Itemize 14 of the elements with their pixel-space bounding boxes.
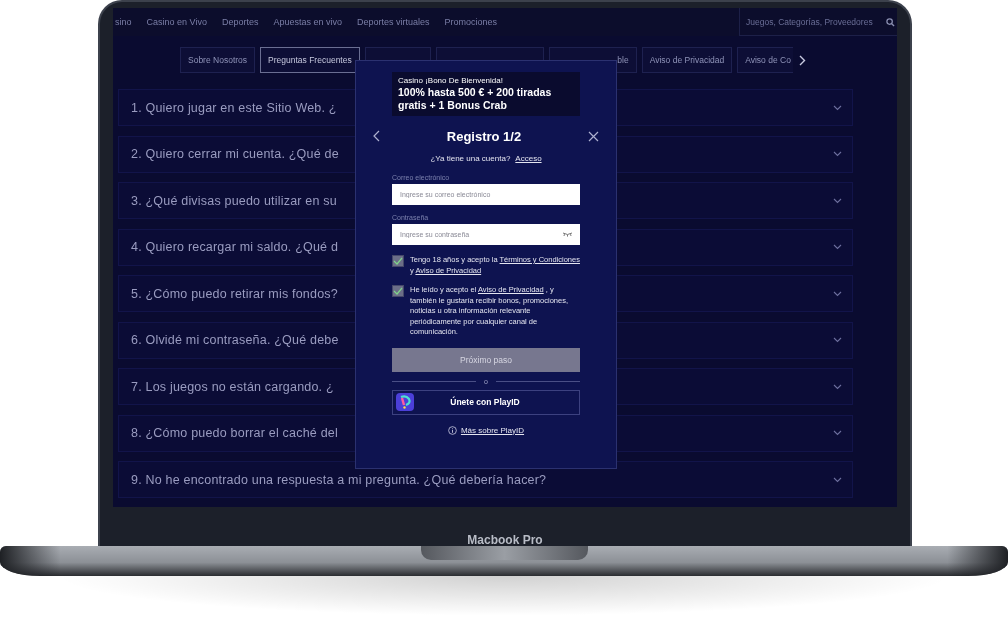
faq-question: 3. ¿Qué divisas puedo utilizar en su [131,193,337,208]
login-prompt: ¿Ya tiene una cuenta? [430,154,511,163]
banner-headline: 100% hasta 500 € + 200 tiradas gratis + 1 Bonus Crab [398,86,553,112]
faq-question: 8. ¿Cómo puedo borrar el caché del [131,426,338,440]
faq-question: 7. Los juegos no están cargando. ¿ [131,379,334,394]
faq-question: 4. Quiero recargar mi saldo. ¿Qué d [131,240,339,254]
laptop-label: Macbook Pro [466,532,544,546]
banner-kicker: Casino ¡Bono De Bienvenida! [398,76,504,85]
modal-title: Registro 1/2 [446,128,522,144]
faq-question: 5. ¿Cómo puedo retirar mis fondos? [131,286,338,301]
faq-question: 1. Quiero jugar en este Sitio Web. ¿ [131,100,337,115]
faq-question: 9. No he encontrado una respuesta a mi pregunta. ¿Qué debería hacer? [131,472,547,487]
faq-question: 6. Olvidé mi contraseña. ¿Qué debe [131,333,339,347]
faq-question: 2. Quiero cerrar mi cuenta. ¿Qué de [131,147,339,161]
